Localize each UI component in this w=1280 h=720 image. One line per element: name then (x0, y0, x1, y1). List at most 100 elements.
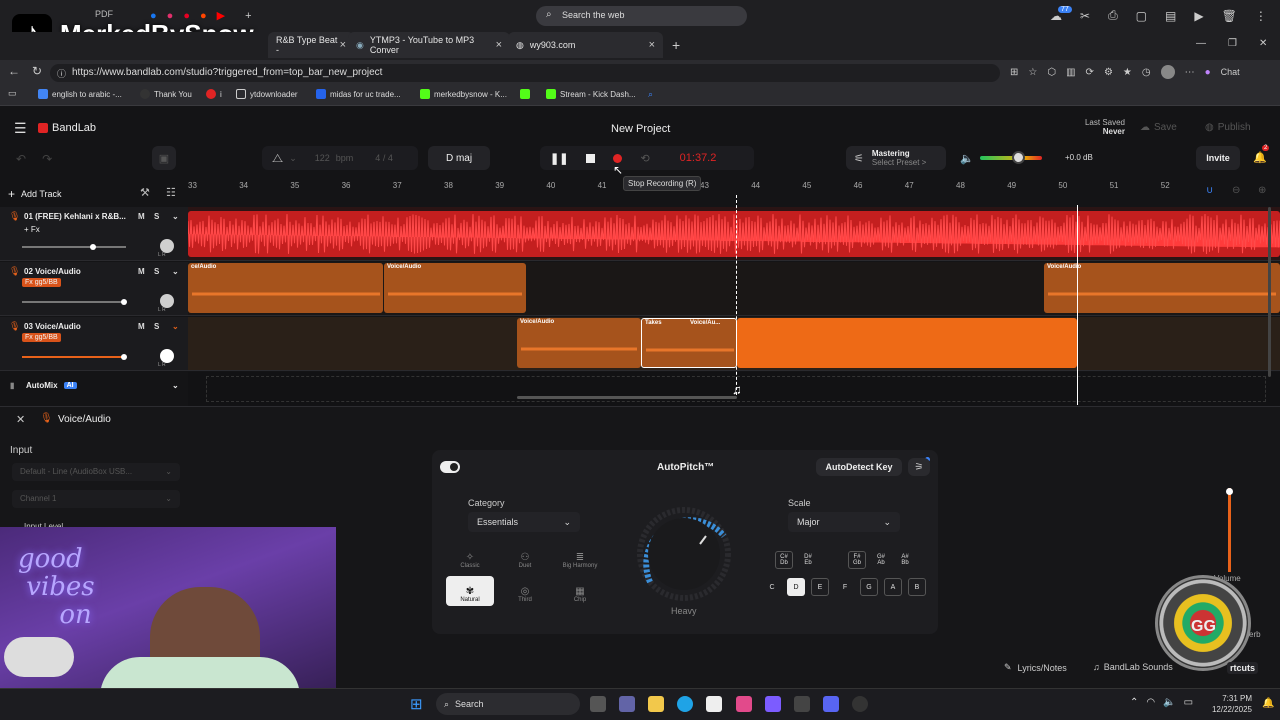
style-duet[interactable]: ⚇ Duet (501, 542, 549, 572)
sync-icon[interactable]: ⟳ (1086, 67, 1094, 78)
scissors-icon[interactable]: ✂ (1080, 9, 1090, 23)
hamburger-menu-icon[interactable]: ☰ (14, 120, 27, 137)
style-chip[interactable]: ▦ Chip (556, 576, 604, 606)
track-volume-slider[interactable] (22, 299, 127, 305)
volume-thumb[interactable] (120, 299, 127, 305)
app-icon[interactable] (852, 696, 868, 712)
settings-icon[interactable] (794, 696, 810, 712)
key-a-sharp[interactable]: A# Bb (896, 551, 914, 569)
new-tab-button[interactable]: + (672, 37, 680, 53)
play-icon[interactable]: ▶ (1194, 9, 1203, 23)
audio-clip[interactable]: Voice/Audio (384, 263, 526, 313)
audio-clip[interactable] (188, 211, 1280, 257)
autodetect-key-button[interactable]: AutoDetect Key (816, 458, 902, 476)
style-classic[interactable]: ✧ Classic (446, 542, 494, 572)
fx-button[interactable]: + Fx (24, 225, 40, 234)
solo-button[interactable]: S (154, 267, 159, 276)
key-e[interactable]: E (811, 578, 829, 596)
mastering-button[interactable]: ⚟ Mastering Select Preset > (846, 146, 946, 170)
close-icon[interactable]: × (649, 39, 655, 51)
fader-thumb[interactable] (1226, 488, 1233, 495)
track-header-1[interactable]: 🎙 01 (FREE) Kehlani x R&B... + Fx M S ⌄ … (0, 207, 188, 261)
facebook-icon[interactable]: ● (150, 10, 157, 22)
panel-volume-fader[interactable] (1226, 488, 1233, 572)
lyrics-notes-button[interactable]: ✎ Lyrics/Notes (1004, 662, 1067, 673)
pdf-tab-icon[interactable]: PDF (95, 9, 113, 19)
magnet-icon[interactable]: ∪ (1206, 185, 1213, 196)
more-icon[interactable]: ⋮ (1255, 9, 1267, 23)
time-signature[interactable]: 4 / 4 (375, 153, 393, 163)
new-tab-icon[interactable]: + (245, 10, 251, 22)
fav-item[interactable]: ytdownloader (236, 89, 298, 99)
loop-marker[interactable] (1077, 205, 1078, 405)
close-window-icon[interactable]: ✕ (1259, 38, 1267, 49)
key-d[interactable]: D (787, 578, 805, 596)
fav-item[interactable]: midas for uc trade... (316, 89, 401, 99)
trash-icon[interactable]: 🗑 (1222, 9, 1237, 23)
lane-2[interactable]: ce/Audio Voice/Audio Voice/Audio (188, 262, 1280, 316)
track-header-2[interactable]: 🎙 02 Voice/Audio Fx gg5/BB M S ⌄ L R (0, 262, 188, 316)
lane-3[interactable]: Voice/Audio Takes Voice/Au... (188, 317, 1280, 371)
horizontal-scrollbar[interactable] (517, 396, 737, 399)
autopitch-toggle[interactable] (440, 461, 460, 473)
search-box[interactable]: ⌕ Search the web (536, 6, 747, 26)
undo-icon[interactable]: ↶ (16, 152, 26, 166)
pan-knob[interactable] (160, 294, 174, 308)
takes-clip[interactable]: Takes Voice/Au... (641, 318, 737, 368)
chevron-down-icon[interactable]: ⌄ (172, 322, 179, 331)
fav-item[interactable]: i (206, 89, 222, 99)
reddit-icon[interactable]: ● (200, 10, 207, 22)
settings-sliders-button[interactable]: ⚞ (908, 458, 930, 476)
speaker-icon[interactable]: 🔈 (960, 152, 974, 165)
store-icon[interactable] (706, 696, 722, 712)
edge-icon[interactable] (677, 696, 693, 712)
master-volume-slider[interactable] (980, 151, 1042, 164)
style-big-harmony[interactable]: ≣ Big Harmony (556, 542, 604, 572)
zoom-in-icon[interactable]: ⊕ (1258, 185, 1266, 196)
close-panel-icon[interactable]: ✕ (16, 413, 25, 426)
key-f[interactable]: F (836, 578, 854, 596)
key-f-sharp[interactable]: F# Gb (848, 551, 866, 569)
key-c[interactable]: C (763, 578, 781, 596)
mute-button[interactable]: M (138, 267, 145, 276)
copilot-chat-icon[interactable]: ● (1205, 67, 1211, 78)
chat-label[interactable]: Chat (1221, 67, 1240, 77)
key-c-sharp[interactable]: C# Db (775, 551, 793, 569)
key-b[interactable]: B (908, 578, 926, 596)
tab-wy903[interactable]: ◍ wy903.com × (508, 32, 663, 58)
profile-avatar[interactable] (1160, 65, 1175, 79)
clipboard-icon[interactable]: ▤ (1165, 9, 1176, 23)
audio-clip[interactable]: Voice/Audio (517, 318, 641, 368)
key-d-sharp[interactable]: D# Eb (799, 551, 817, 569)
chevron-down-icon[interactable]: ⌄ (172, 267, 179, 276)
track-volume-slider[interactable] (22, 354, 127, 360)
bandlab-sounds-button[interactable]: ♫ BandLab Sounds (1093, 662, 1173, 672)
mute-button[interactable]: M (138, 212, 145, 221)
mute-button[interactable]: M (138, 322, 145, 331)
bpm-input[interactable]: 122 (315, 153, 330, 163)
chevron-up-icon[interactable]: ⌃ (1130, 697, 1138, 708)
project-title[interactable]: New Project (611, 123, 670, 135)
loop-icon[interactable]: ⟲ (640, 152, 649, 165)
automix-row[interactable]: ▮ AutoMix AI ⌄ (0, 376, 188, 394)
search-icon[interactable]: ⌕ (648, 89, 653, 100)
track-header-3[interactable]: 🎙 03 Voice/Audio Fx gg5/BB M S ⌄ L R (0, 317, 188, 371)
favorites-icon[interactable]: ★ (1123, 67, 1132, 78)
key-selector[interactable]: D maj (428, 146, 490, 170)
input-channel-select[interactable]: Channel 1 ⌄ (12, 490, 180, 508)
grid-icon[interactable]: ⊞ (1010, 67, 1018, 78)
file-explorer-icon[interactable] (648, 696, 664, 712)
wifi-icon[interactable]: ◠ (1146, 697, 1155, 708)
collections-icon[interactable]: ▥ (1066, 67, 1075, 78)
metronome-icon[interactable]: ⧍ (272, 151, 283, 166)
lane-1[interactable] (188, 207, 1280, 261)
key-g[interactable]: G (860, 578, 878, 596)
fx-button[interactable]: Fx gg5/BB (22, 278, 61, 287)
task-view-icon[interactable] (590, 696, 606, 712)
scale-select[interactable]: Major ⌄ (788, 512, 900, 532)
copilot-icon[interactable] (765, 696, 781, 712)
strength-knob[interactable] (634, 504, 734, 604)
app-icon[interactable] (736, 696, 752, 712)
tools-icon[interactable]: ⚒ (140, 186, 150, 199)
fx-button[interactable]: Fx gg5/BB (22, 333, 61, 342)
